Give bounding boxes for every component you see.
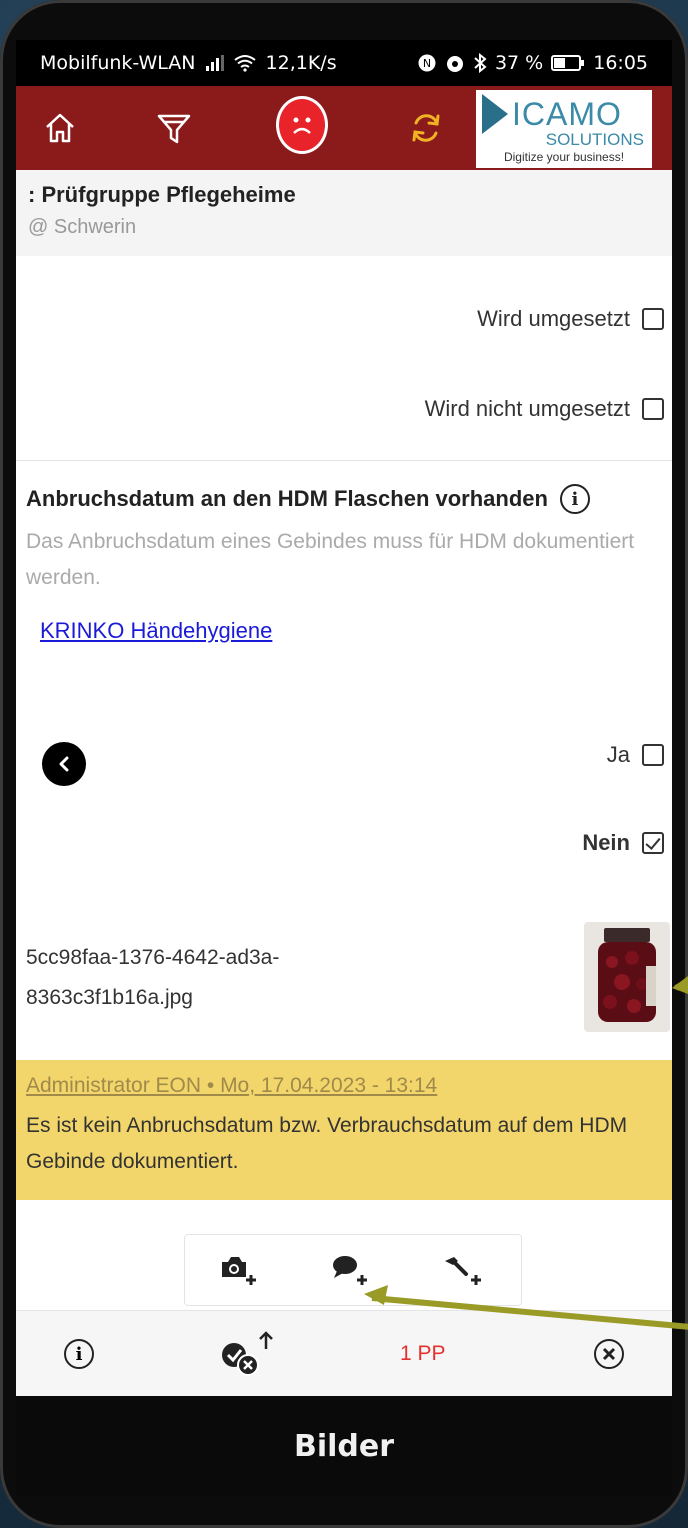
sync-icon (412, 114, 440, 142)
submit-button[interactable] (216, 1329, 284, 1379)
bottom-bar: i 1 PP (16, 1310, 672, 1396)
pp-counter[interactable]: 1 PP (400, 1329, 446, 1379)
carrier-label: Mobilfunk-WLAN (40, 52, 196, 74)
option-label: Wird umgesetzt (477, 306, 630, 331)
wifi-icon (233, 55, 256, 72)
checkbox[interactable] (642, 398, 664, 420)
bottom-nav: Bilder (16, 1396, 672, 1496)
check-cancel-upload-icon (222, 1331, 273, 1376)
nfc-icon: N (418, 54, 436, 72)
info-icon: i (64, 1339, 94, 1369)
home-button[interactable] (34, 102, 86, 154)
action-toolbar (184, 1234, 522, 1306)
page-header: : Prüfgruppe Pflegeheime @ Schwerin (16, 170, 672, 256)
attachment-filename: 5cc98faa-1376-4642-ad3a-8363c3f1b16a.jpg (26, 946, 280, 1009)
sync-button[interactable] (400, 102, 452, 154)
status-bar: Mobilfunk-WLAN 12,1K/s N 37 % 16:05 (16, 40, 672, 86)
add-comment-icon (332, 1256, 367, 1285)
checkbox[interactable] (642, 744, 664, 766)
signal-icon (205, 55, 224, 71)
page-title: : Prüfgruppe Pflegeheime (28, 182, 296, 207)
network-speed: 12,1K/s (265, 52, 337, 74)
comment-text: Es ist kein Anbruchsdatum bzw. Verbrauch… (26, 1114, 628, 1173)
company-logo: ICAMO SOLUTIONS Digitize your business! (476, 90, 652, 168)
logo-subname: SOLUTIONS (545, 130, 644, 149)
add-photo-icon (222, 1257, 257, 1285)
question-description: Das Anbruchsdatum eines Gebindes muss fü… (26, 530, 635, 589)
add-task-button[interactable] (442, 1253, 486, 1287)
checkbox-checked[interactable] (642, 832, 664, 854)
chevron-left-icon (59, 756, 69, 772)
svg-text:N: N (423, 57, 431, 70)
close-icon (594, 1339, 624, 1369)
comment-meta[interactable]: Administrator EON • Mo, 17.04.2023 - 13:… (26, 1074, 662, 1098)
answer-nein[interactable]: Nein (582, 830, 672, 856)
info-button[interactable]: i (64, 1329, 94, 1379)
mood-button[interactable] (276, 96, 328, 154)
filter-button[interactable] (148, 102, 200, 154)
add-photo-button[interactable] (220, 1253, 260, 1287)
battery-percent: 37 % (494, 52, 544, 74)
comment-card: Administrator EON • Mo, 17.04.2023 - 13:… (16, 1060, 672, 1200)
checkbox[interactable] (642, 308, 664, 330)
app-toolbar: ICAMO SOLUTIONS Digitize your business! (16, 86, 672, 170)
add-comment-button[interactable] (331, 1253, 371, 1287)
krinko-link[interactable]: KRINKO Händehygiene (40, 618, 272, 644)
divider (16, 460, 672, 461)
answer-label: Ja (606, 742, 630, 767)
back-button[interactable] (42, 742, 86, 786)
clock: 16:05 (593, 52, 648, 74)
info-icon[interactable]: i (559, 484, 590, 514)
logo-name: ICAMO (512, 96, 622, 132)
nav-label[interactable]: Bilder (294, 1429, 394, 1464)
question-title: Anbruchsdatum an den HDM Flaschen vorhan… (26, 486, 548, 511)
attachment-thumbnail[interactable] (584, 922, 670, 1032)
answer-label: Nein (582, 830, 630, 855)
option-wird-nicht-umgesetzt[interactable]: Wird nicht umgesetzt (425, 396, 672, 422)
app-screen: Mobilfunk-WLAN 12,1K/s N 37 % 16:05 ICAM… (16, 40, 672, 1470)
bluetooth-icon (474, 53, 487, 73)
question-block: Anbruchsdatum an den HDM Flaschen vorhan… (26, 484, 666, 596)
eye-icon (446, 56, 463, 72)
option-label: Wird nicht umgesetzt (424, 396, 630, 421)
annotation-arrowhead (672, 976, 688, 994)
sad-face-icon (276, 96, 328, 154)
answer-ja[interactable]: Ja (607, 742, 672, 768)
close-button[interactable] (594, 1329, 624, 1379)
add-task-icon (444, 1257, 481, 1285)
option-wird-umgesetzt[interactable]: Wird umgesetzt (477, 306, 672, 332)
annotation-arrowhead (364, 1285, 388, 1305)
filter-icon (157, 114, 191, 144)
logo-tagline: Digitize your business! (503, 150, 625, 164)
battery-icon (551, 55, 585, 71)
home-icon (46, 113, 74, 143)
location-label: @ Schwerin (28, 216, 137, 238)
